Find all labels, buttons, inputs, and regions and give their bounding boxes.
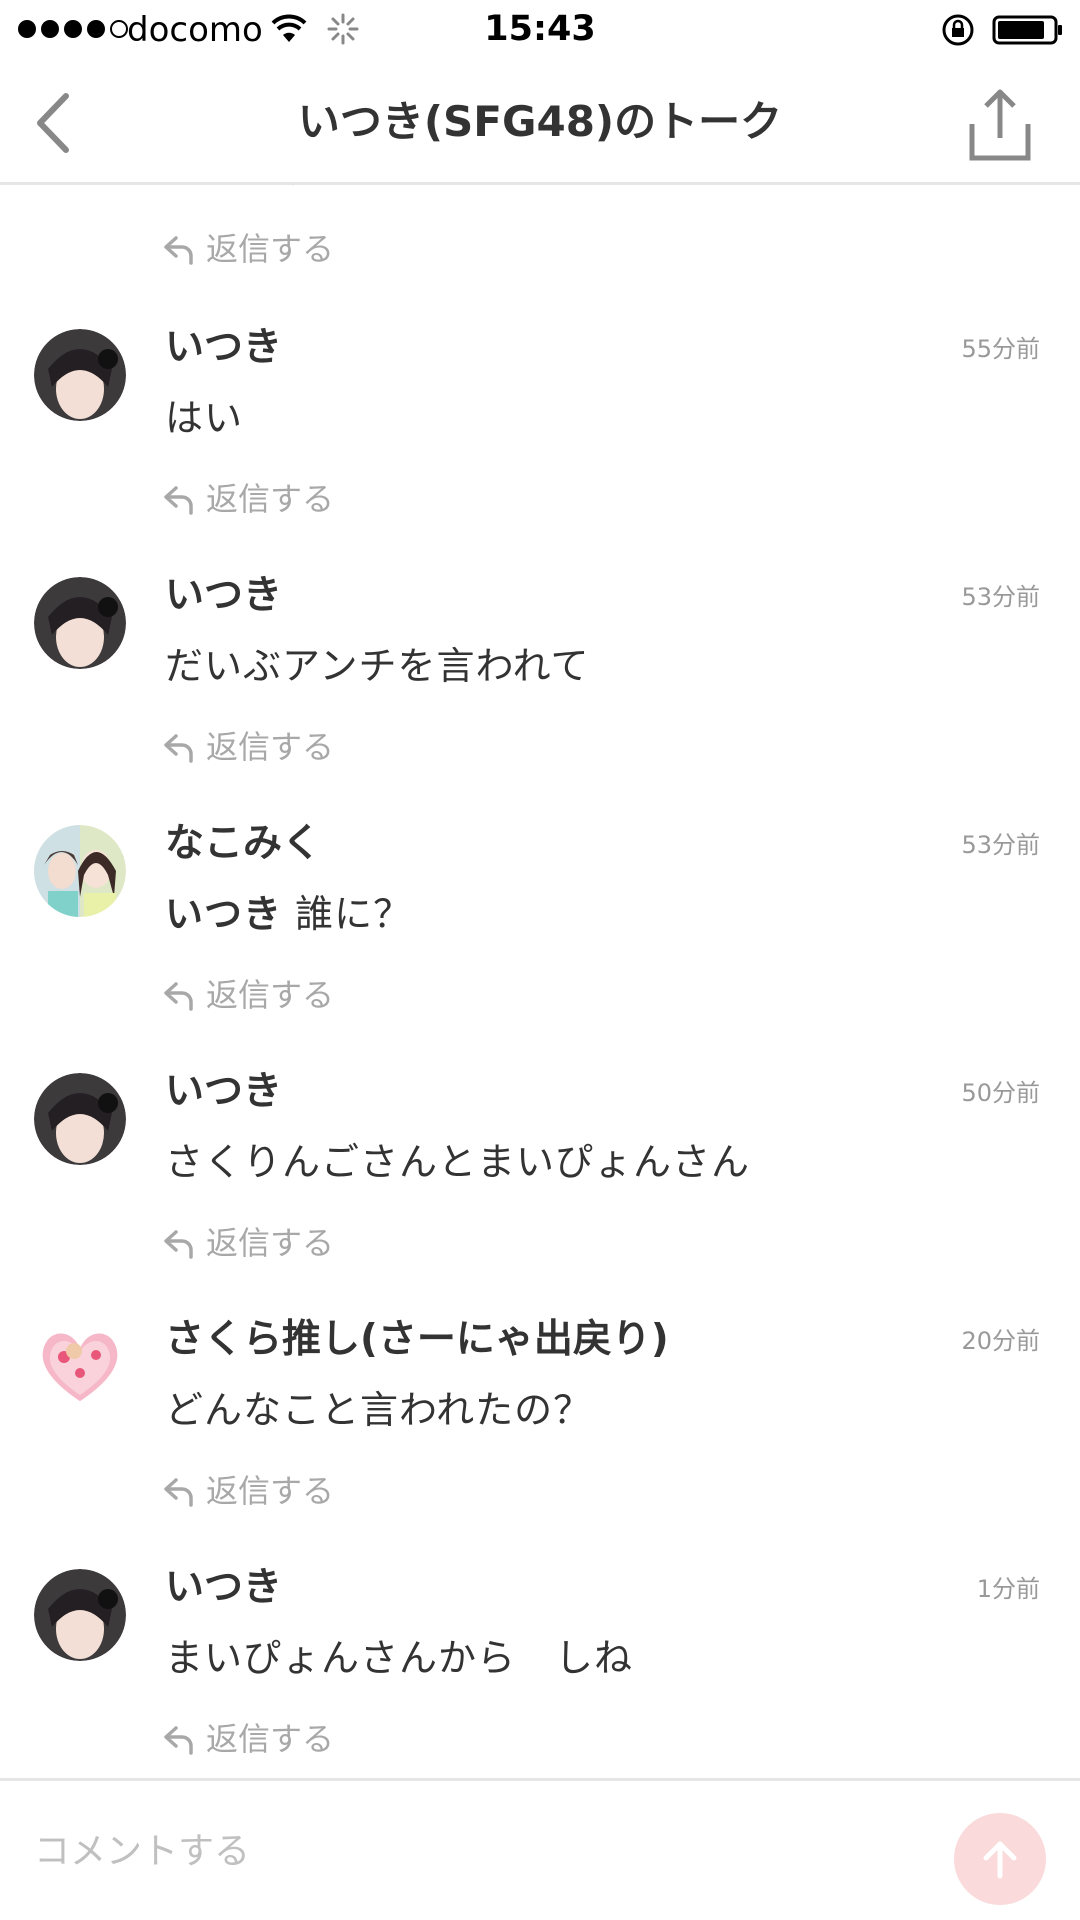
- comment-author[interactable]: いつき: [165, 321, 282, 375]
- reply-icon: [164, 982, 193, 1011]
- reply-button[interactable]: 返信する: [162, 973, 334, 1017]
- comment-time: 20分前: [961, 1327, 1040, 1355]
- reply-icon: [164, 1230, 193, 1259]
- comment-text: いつき 誰に？: [165, 887, 412, 941]
- comment-time: 50分前: [961, 1079, 1040, 1107]
- comment-body: 誰に？: [282, 892, 413, 936]
- comment-text: どんなこと言われたの？: [165, 1383, 592, 1437]
- comment-body: はい: [165, 396, 244, 440]
- arrow-up-icon: [983, 1841, 1017, 1879]
- comment-item: さくら推し(さーにゃ出戻り) 20分前 どんなこと言われたの？ 返信する: [0, 1317, 1080, 1569]
- nav-bar: いつき(SFG48)のトーク: [0, 62, 1080, 185]
- comment-body: まいぴょんさんから しね: [165, 1636, 634, 1680]
- comment-text: はい: [165, 391, 243, 445]
- reply-label: 返信する: [206, 728, 335, 766]
- comment-input[interactable]: [34, 1821, 894, 1881]
- battery-icon: [992, 15, 1062, 45]
- comment-author[interactable]: いつき: [165, 1065, 282, 1119]
- reply-icon: [164, 486, 193, 515]
- comment-item: いつき 50分前 さくりんごさんとまいぴょんさん 返信する: [0, 1069, 1080, 1321]
- reply-button[interactable]: 返信する: [162, 227, 334, 271]
- reply-button[interactable]: 返信する: [162, 477, 334, 521]
- comment-mention: いつき: [165, 892, 283, 936]
- comment-feed[interactable]: ｰｰｰｰをするれにｰ 返信する いつき 55分前 はい: [0, 185, 1080, 1778]
- talk-screen: docomo 15:43 いつき(SFG48)のトーク 返信する いつき 55分…: [0, 0, 1080, 1920]
- comment-time: 53分前: [961, 583, 1040, 611]
- comment-text: さくりんごさんとまいぴょんさん: [165, 1135, 750, 1189]
- avatar[interactable]: [34, 1569, 126, 1661]
- reply-label: 返信する: [206, 1224, 335, 1262]
- reply-icon: [164, 236, 193, 265]
- comment-time: 55分前: [961, 335, 1040, 363]
- comment-time: 53分前: [961, 831, 1040, 859]
- comment-author[interactable]: いつき: [165, 1561, 282, 1615]
- reply-icon: [164, 1478, 193, 1507]
- reply-icon: [164, 734, 193, 763]
- comment-text: まいぴょんさんから しね: [165, 1631, 633, 1685]
- reply-label: 返信する: [206, 1472, 335, 1510]
- comment-author[interactable]: いつき: [165, 569, 282, 623]
- comment-body: どんなこと言われたの？: [165, 1388, 593, 1432]
- back-button[interactable]: [22, 88, 92, 158]
- avatar[interactable]: [34, 577, 126, 669]
- reply-button[interactable]: 返信する: [162, 1221, 334, 1265]
- comment-author[interactable]: さくら推し(さーにゃ出戻り): [165, 1313, 669, 1367]
- comment-body: だいぶアンチを言われて: [165, 644, 590, 688]
- comment-item: いつき 55分前 はい 返信する: [0, 325, 1080, 577]
- partial-message: ｰｰｰｰをするれにｰ: [165, 185, 450, 195]
- reply-label: 返信する: [206, 1720, 335, 1758]
- comment-body: さくりんごさんとまいぴょんさん: [165, 1140, 751, 1184]
- page-title: いつき(SFG48)のトーク: [297, 97, 783, 146]
- reply-label: 返信する: [206, 480, 335, 518]
- reply-button[interactable]: 返信する: [162, 1469, 334, 1513]
- share-button[interactable]: [960, 84, 1040, 164]
- comment-time: 1分前: [976, 1575, 1040, 1603]
- reply-icon: [164, 1726, 193, 1755]
- comment-item: なこみく 53分前 いつき 誰に？ 返信する: [0, 821, 1080, 1073]
- avatar[interactable]: [34, 329, 126, 421]
- reply-label: 返信する: [206, 976, 335, 1014]
- comment-author[interactable]: なこみく: [165, 817, 321, 871]
- status-time: 15:43: [484, 9, 596, 49]
- comment-item: いつき 1分前 まいぴょんさんから しね 返信する: [0, 1565, 1080, 1778]
- reply-button[interactable]: 返信する: [162, 725, 334, 769]
- avatar[interactable]: [34, 1073, 126, 1165]
- reply-button[interactable]: 返信する: [162, 1717, 334, 1761]
- orientation-lock-icon: [942, 14, 974, 46]
- comment-text: だいぶアンチを言われて: [165, 639, 589, 693]
- send-button[interactable]: [954, 1813, 1046, 1905]
- comment-item: いつき 53分前 だいぶアンチを言われて 返信する: [0, 573, 1080, 825]
- avatar[interactable]: [34, 825, 126, 917]
- avatar[interactable]: [34, 1321, 126, 1413]
- reply-label: 返信する: [206, 230, 335, 268]
- comment-composer: [0, 1778, 1080, 1920]
- status-bar: docomo 15:43: [0, 0, 1080, 62]
